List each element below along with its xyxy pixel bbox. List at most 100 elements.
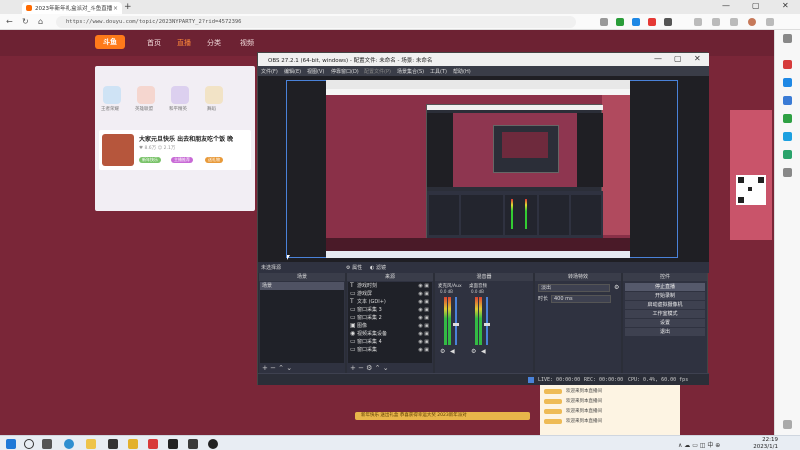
nav-link-active[interactable]: 直播 — [177, 38, 191, 48]
fader-handle[interactable] — [453, 323, 459, 326]
app-icon[interactable] — [168, 439, 178, 449]
app-icon[interactable] — [128, 439, 138, 449]
url-input[interactable]: https://www.douyu.com/topic/2023NYPARTY_… — [56, 16, 576, 28]
edge-browser-icon[interactable] — [64, 439, 74, 449]
collections-icon[interactable] — [712, 18, 720, 26]
scene-item[interactable]: 场景 — [260, 282, 344, 290]
back-icon[interactable]: ← — [6, 17, 13, 26]
tag-pill[interactable]: 新年快乐 — [139, 157, 161, 163]
volume-fader[interactable] — [486, 297, 488, 345]
extension-icon[interactable] — [648, 18, 656, 26]
properties-button[interactable]: ⚙ 属性 — [346, 264, 362, 271]
menu-profile[interactable]: 配置文件(P) — [364, 68, 391, 75]
menu-edit[interactable]: 编辑(E) — [284, 68, 301, 75]
menu-help[interactable]: 帮助(H) — [453, 68, 471, 75]
search-icon[interactable] — [783, 34, 792, 43]
stream-title[interactable]: 大家元旦快乐 出去和朋友吃个饭 晚 — [139, 134, 233, 143]
refresh-icon[interactable]: ↻ — [22, 17, 29, 26]
tag-pill[interactable]: 送礼物 — [205, 157, 223, 163]
sidebar-app-icon[interactable] — [783, 114, 792, 123]
menu-docks[interactable]: 停靠窗口(D) — [331, 68, 359, 75]
obs-close-button[interactable]: ✕ — [694, 54, 701, 63]
category-icon[interactable] — [171, 86, 189, 104]
source-item[interactable]: ▭窗口采集 ◉ ▣ — [348, 346, 432, 354]
add-icon[interactable] — [783, 168, 792, 177]
duration-input[interactable]: 400 ms — [551, 295, 611, 303]
sidebar-app-icon[interactable] — [783, 60, 792, 69]
exit-button[interactable]: 退出 — [625, 328, 705, 336]
virtual-camera-button[interactable]: 启动虚拟摄像机 — [625, 301, 705, 309]
stop-streaming-button[interactable]: 停止直播 — [625, 283, 705, 291]
source-item[interactable]: ◉ 视频采集设备 ◉ ▣ — [348, 330, 432, 338]
nav-link[interactable]: 首页 — [147, 38, 161, 48]
obs-preview[interactable] — [258, 76, 709, 262]
source-item[interactable]: ▭窗口采集 2 ◉ ▣ — [348, 314, 432, 322]
source-item[interactable]: ▣图像 ◉ ▣ — [348, 322, 432, 330]
douyu-app-icon[interactable] — [148, 439, 158, 449]
stream-card[interactable]: 大家元旦快乐 出去和朋友吃个饭 晚 ♥ 8.6万 ☺ 2.1万 新年快乐 主播推… — [99, 130, 251, 170]
profile-avatar[interactable] — [748, 18, 756, 26]
nav-link[interactable]: 分类 — [207, 38, 221, 48]
obs-minimize-button[interactable]: — — [654, 54, 662, 63]
read-aloud-icon[interactable] — [600, 18, 608, 26]
sidebar-app-icon[interactable] — [783, 78, 792, 87]
menu-view[interactable]: 视图(V) — [307, 68, 324, 75]
new-tab-button[interactable]: + — [124, 2, 132, 12]
douyu-logo[interactable]: 斗鱼 — [95, 35, 125, 49]
maximize-button[interactable]: ▢ — [752, 1, 760, 10]
source-tools[interactable]: + − ⚙ ⌃ ⌄ — [350, 364, 389, 372]
extension-icon[interactable] — [616, 18, 624, 26]
category-icon[interactable] — [137, 86, 155, 104]
studio-mode-button[interactable]: 工作室模式 — [625, 310, 705, 318]
more-menu-icon[interactable] — [766, 18, 774, 26]
minimize-button[interactable]: — — [722, 1, 730, 10]
source-item[interactable]: T 游戏时刻 ◉ ▣ — [348, 282, 432, 290]
channel-settings-icon[interactable]: ⚙ — [471, 348, 476, 355]
favorites-icon[interactable] — [694, 18, 702, 26]
obs-maximize-button[interactable]: ▢ — [674, 54, 682, 63]
settings-button[interactable]: 设置 — [625, 319, 705, 327]
extension-icon[interactable] — [632, 18, 640, 26]
filters-button[interactable]: ◐ 滤镜 — [370, 264, 386, 271]
browser-tab[interactable]: 2023年新年礼盒派对_斗鱼直播 × — [22, 2, 122, 14]
fader-handle[interactable] — [484, 323, 490, 326]
category-icon[interactable] — [103, 86, 121, 104]
scene-tools[interactable]: + − ⌃ ⌄ — [262, 364, 292, 372]
app-icon[interactable] — [188, 439, 198, 449]
sidebar-app-icon[interactable] — [783, 150, 792, 159]
settings-icon[interactable] — [783, 420, 792, 429]
start-icon[interactable] — [6, 439, 16, 449]
task-view-icon[interactable] — [42, 439, 52, 449]
home-icon[interactable]: ⌂ — [38, 17, 43, 26]
clock[interactable]: 22:19 2023/1/1 — [753, 437, 778, 450]
extension-icon[interactable] — [664, 18, 672, 26]
sidebar-app-icon[interactable] — [783, 96, 792, 105]
history-icon[interactable] — [730, 18, 738, 26]
speaker-icon[interactable]: ◀ — [481, 348, 486, 355]
search-icon[interactable] — [24, 439, 34, 449]
nav-link[interactable]: 视频 — [240, 38, 254, 48]
source-item[interactable]: ▭窗口采集 3 ◉ ▣ — [348, 306, 432, 314]
sidebar-app-icon[interactable] — [783, 132, 792, 141]
obs-icon[interactable] — [208, 439, 218, 449]
duration-field[interactable]: 时长 400 ms — [538, 295, 622, 303]
source-item[interactable]: T 文本 (GDI+) ◉ ▣ — [348, 298, 432, 306]
source-item[interactable]: ▭窗口采集 4 ◉ ▣ — [348, 338, 432, 346]
tag-pill[interactable]: 主播推荐 — [171, 157, 193, 163]
app-icon[interactable] — [108, 439, 118, 449]
streamer-avatar[interactable] — [102, 134, 134, 166]
close-button[interactable]: ✕ — [782, 1, 789, 10]
category-icon[interactable] — [205, 86, 223, 104]
start-recording-button[interactable]: 开始录制 — [625, 292, 705, 300]
menu-scene-collection[interactable]: 场景集合(S) — [397, 68, 424, 75]
speaker-icon[interactable]: ◀ — [450, 348, 455, 355]
tab-close-icon[interactable]: × — [113, 5, 118, 12]
transition-select[interactable]: 淡出 ⚙ — [538, 284, 622, 292]
menu-tools[interactable]: 工具(T) — [430, 68, 447, 75]
channel-settings-icon[interactable]: ⚙ — [440, 348, 445, 355]
volume-fader[interactable] — [455, 297, 457, 345]
source-item[interactable]: ▭游戏屏 ◉ ▣ — [348, 290, 432, 298]
system-tray[interactable]: ∧ ☁ ▭ ◫ 中 ⊕ — [678, 440, 720, 449]
menu-file[interactable]: 文件(F) — [261, 68, 278, 75]
file-explorer-icon[interactable] — [86, 439, 96, 449]
